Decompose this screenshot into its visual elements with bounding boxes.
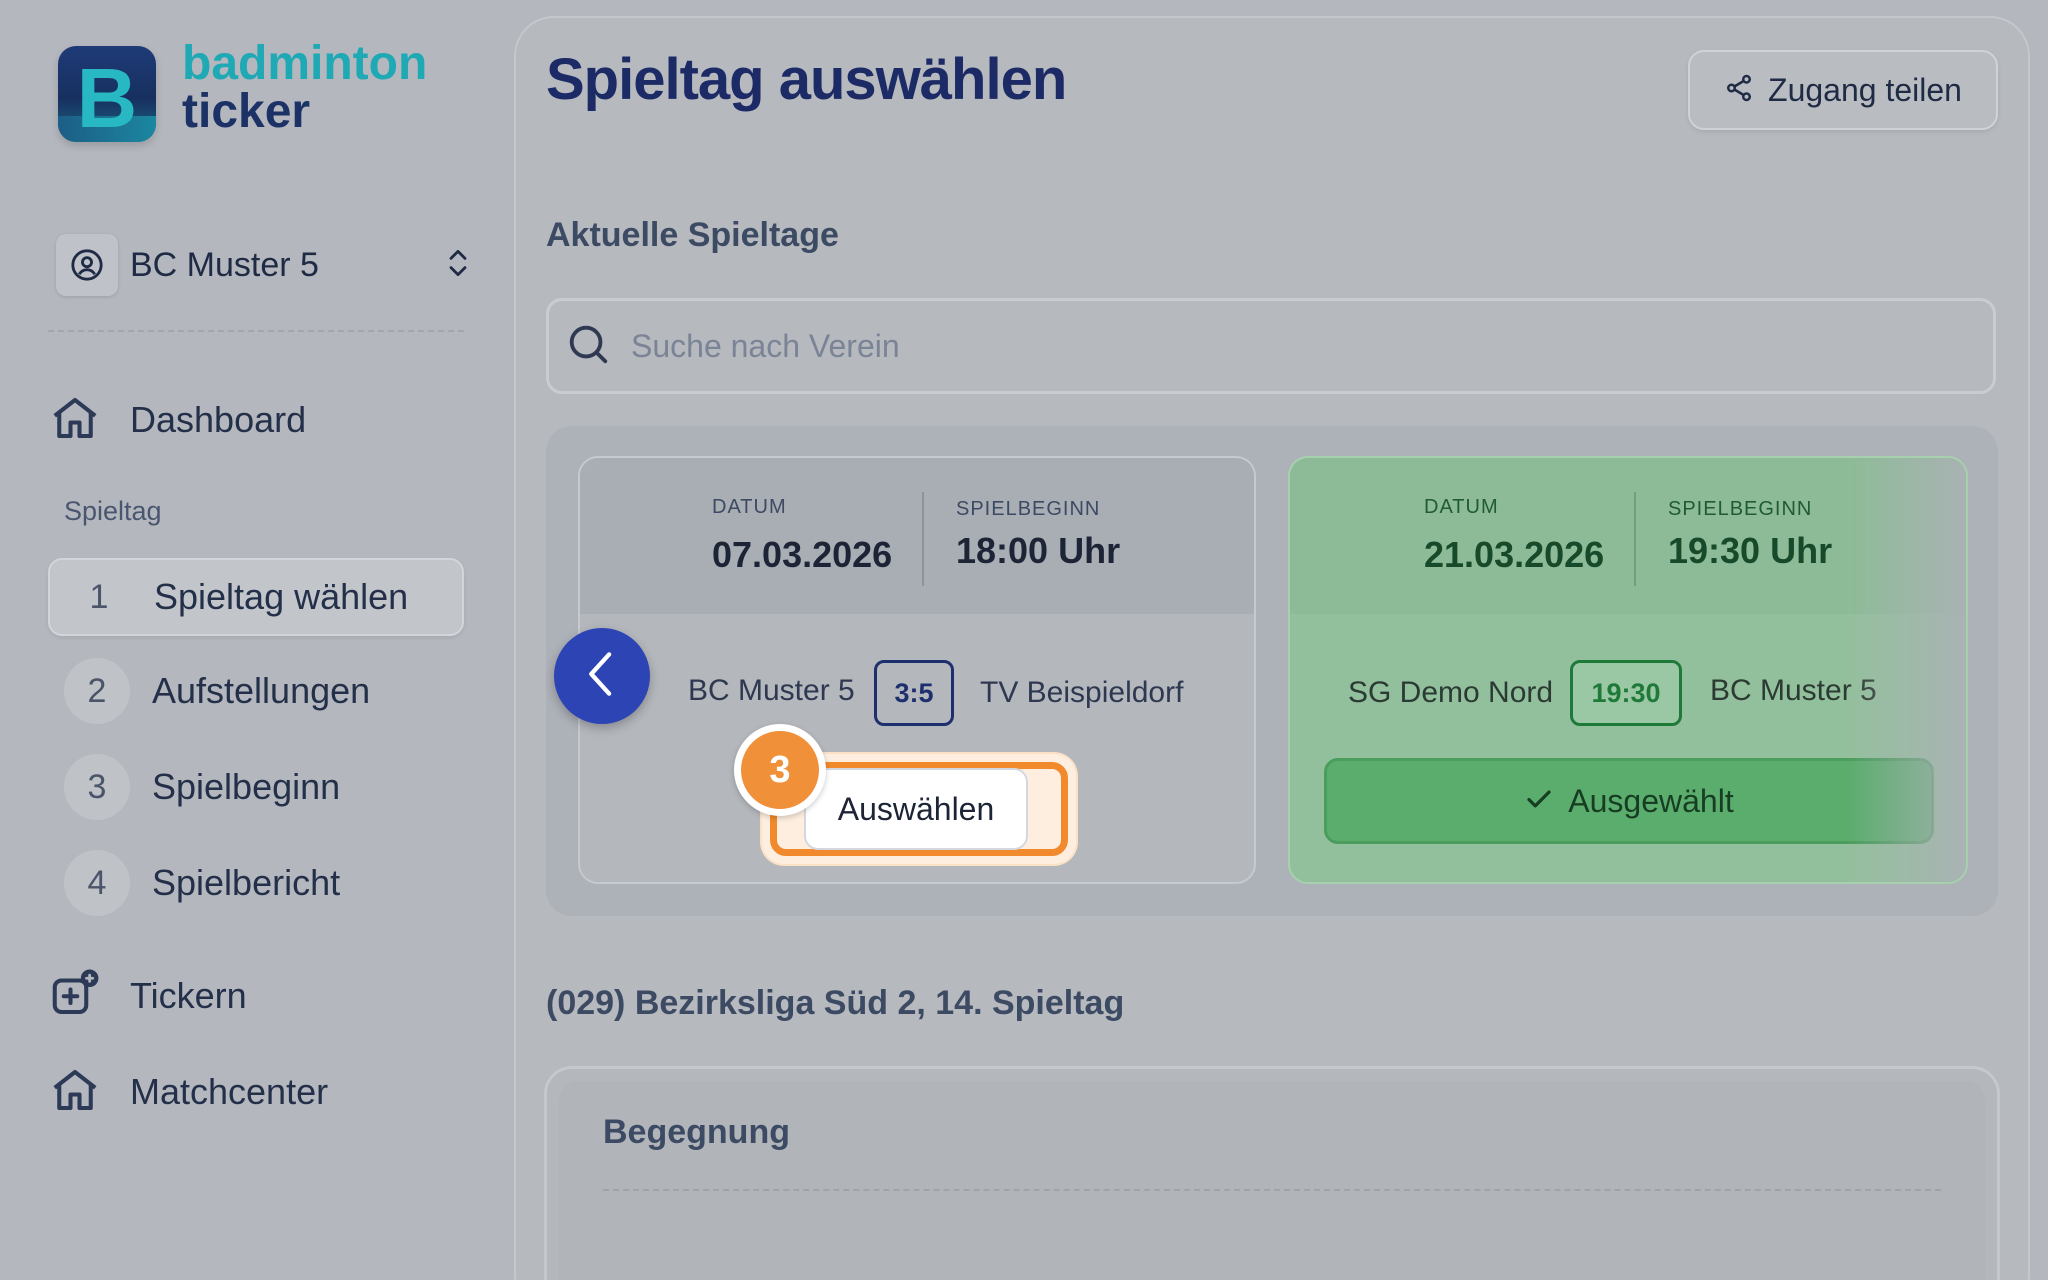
brand-line-2: ticker [182,85,311,138]
nav-dashboard-label: Dashboard [130,399,307,440]
encounter-panel: Begegnung [544,1066,2000,1280]
time-badge: 19:30 [1570,660,1682,726]
card-divider [1634,492,1636,586]
panel-divider [603,1189,1941,1191]
brand-line-1: badminton [182,37,428,90]
step-label: Spielbeginn [152,766,341,807]
date-label: DATUM [1424,496,1499,518]
step-number: 4 [64,850,130,916]
step-number: 2 [64,658,130,724]
nav-matchcenter-label: Matchcenter [130,1071,329,1112]
selected-label: Ausgewählt [1568,782,1734,819]
chevron-left-icon [582,649,622,704]
nav-step-4[interactable]: 4 Spielbericht [48,844,464,922]
step-label: Spieltag wählen [154,576,409,617]
user-circle-icon [56,234,118,296]
carousel-prev-button[interactable] [554,628,650,724]
club-search-input[interactable]: Suche nach Verein [546,298,1996,394]
start-label: SPIELBEGINN [1668,498,1813,520]
nav-step-2[interactable]: 2 Aufstellungen [48,652,464,730]
step-label: Aufstellungen [152,670,371,711]
selected-button[interactable]: Ausgewählt [1324,758,1934,844]
date-label: DATUM [712,496,787,518]
start-value: 18:00 Uhr [956,530,1121,571]
nav-matchcenter[interactable]: Matchcenter [48,1062,328,1122]
home-team: SG Demo Nord [1348,676,1554,709]
carousel-edge-fade [1846,458,1966,882]
card-header [580,458,1254,614]
start-value: 19:30 Uhr [1668,530,1833,571]
select-matchday-button[interactable]: Auswählen [804,768,1028,850]
add-ticker-icon [48,967,102,1026]
check-icon [1524,784,1554,819]
nav-step-3[interactable]: 3 Spielbeginn [48,748,464,826]
home-icon [48,1063,102,1122]
matchday-card-selected[interactable]: DATUM 21.03.2026 SPIELBEGINN 19:30 Uhr S… [1288,456,1968,884]
nav-tickern-label: Tickern [130,975,247,1016]
start-label: SPIELBEGINN [956,498,1101,520]
brand-name: badminton ticker [182,40,427,136]
score-badge: 3:5 [874,660,954,726]
away-team: TV Beispieldorf [980,676,1184,709]
app-logo[interactable]: B [58,46,156,142]
card-divider [922,492,924,586]
encounter-heading: Begegnung [603,1113,790,1151]
home-team: BC Muster 5 [688,674,855,707]
nav-step-1[interactable]: 1 Spieltag wählen [48,558,464,636]
nav-section-label: Spieltag [64,496,162,526]
step-number: 1 [89,577,109,616]
team-name: BC Muster 5 [130,246,319,284]
encounter-panel-inner [559,1081,1985,1280]
page-title: Spieltag auswählen [546,47,1067,112]
nav-dashboard[interactable]: Dashboard [48,390,306,450]
share-icon [1724,73,1754,108]
search-placeholder: Suche nach Verein [631,327,900,364]
sidebar: B badminton ticker BC Muster 5 Dashboard… [0,0,512,1280]
tutorial-step-badge: 3 [734,724,826,816]
date-value: 21.03.2026 [1424,534,1605,575]
chevron-up-down-icon [444,246,472,280]
sidebar-divider [48,330,464,332]
logo-letter: B [76,51,138,142]
step-label: Spielbericht [152,862,341,903]
search-icon [565,321,611,372]
nav-tickern[interactable]: Tickern [48,966,247,1026]
current-matchdays-heading: Aktuelle Spieltage [546,216,839,254]
step-number: 3 [64,754,130,820]
home-icon [48,391,102,450]
share-access-button[interactable]: Zugang teilen [1688,50,1998,130]
share-label: Zugang teilen [1768,71,1962,108]
team-selector[interactable]: BC Muster 5 [56,232,472,296]
league-heading: (029) Bezirksliga Süd 2, 14. Spieltag [546,984,1125,1022]
date-value: 07.03.2026 [712,534,893,575]
